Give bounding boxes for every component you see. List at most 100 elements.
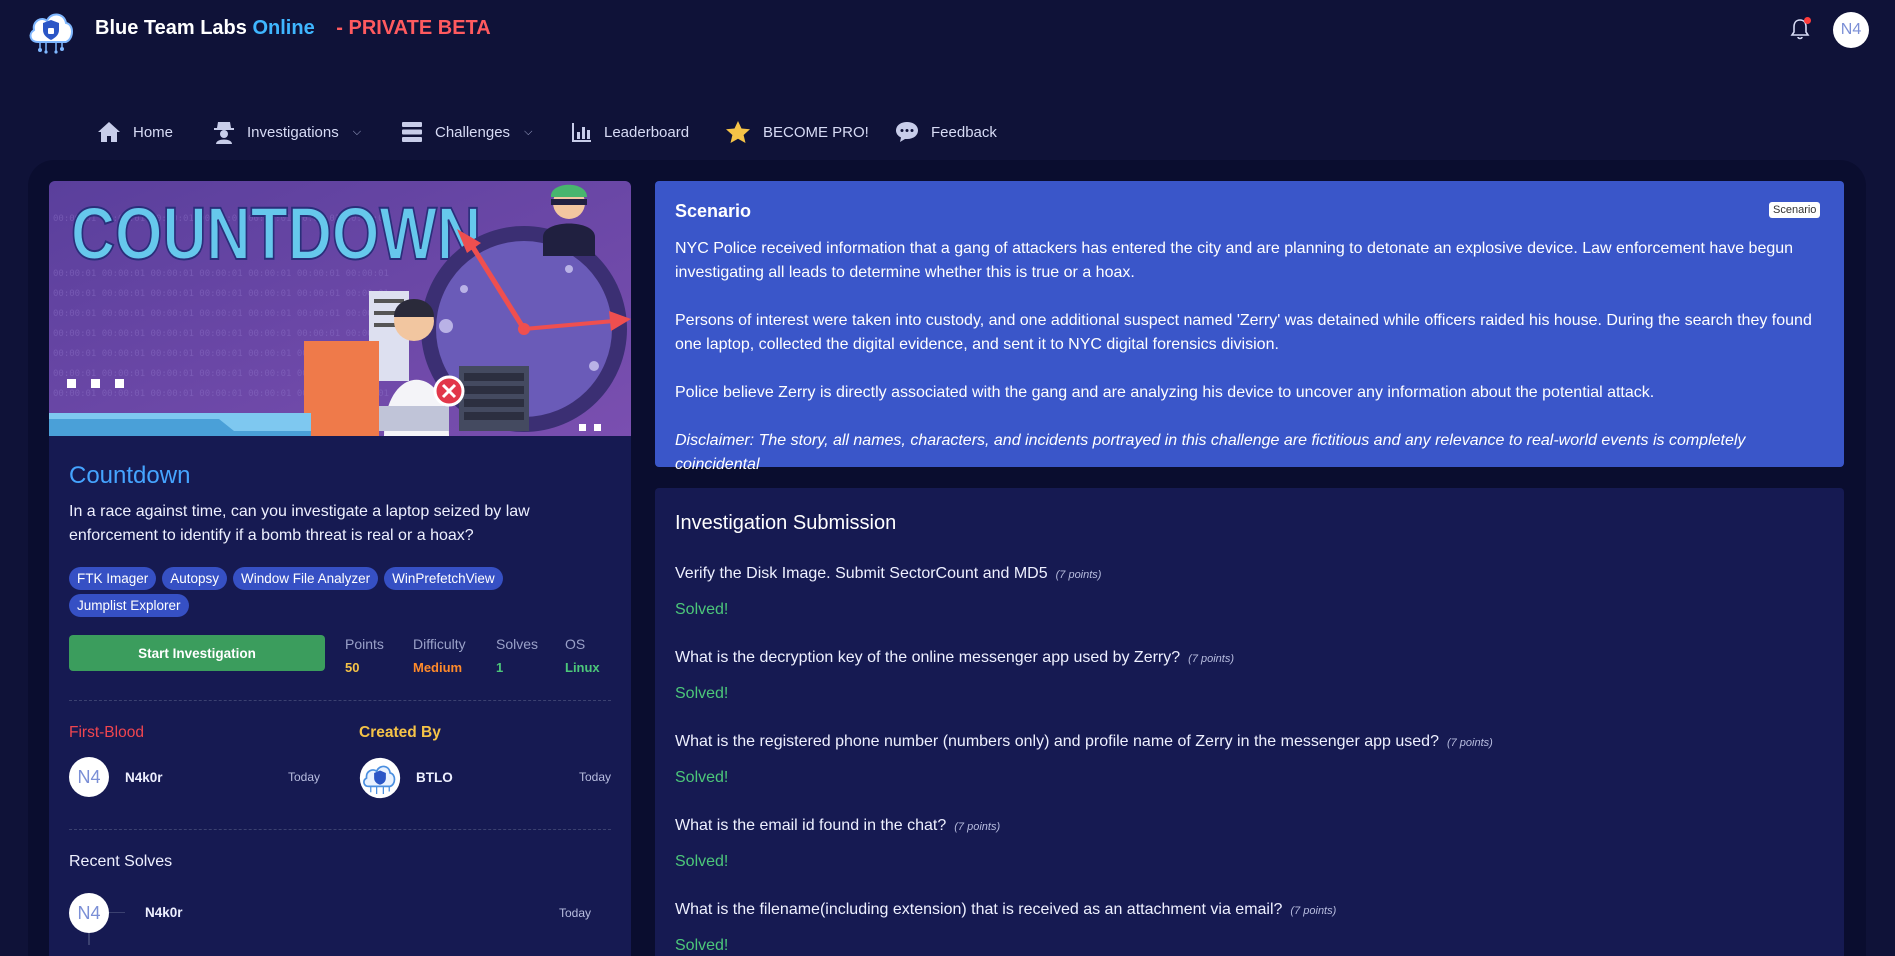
detective-icon [214,122,234,144]
server-icon [402,122,422,142]
scenario-badge: Scenario [1769,202,1821,218]
user-avatar[interactable]: N4 [1833,12,1869,48]
nav-label-challenges: Challenges [435,123,511,141]
question-1-status: Solved! [675,601,729,618]
tag-window-file-analyzer[interactable]: Window File Analyzer [233,567,379,590]
stat-os-label: OS [565,636,586,652]
scenario-paragraph-2: Persons of interest were taken into cust… [675,312,1812,353]
stat-solves-label: Solves [496,636,539,652]
question-5-status: Solved! [675,937,729,954]
nav-label-feedback: Feedback [931,123,997,141]
first-blood-username[interactable]: N4k0r [125,770,163,785]
stat-difficulty: Difficulty Medium [413,636,466,675]
scenario-paragraph-3: Police believe Zerry is directly associa… [675,384,1655,401]
stat-points-label: Points [345,636,384,652]
home-icon [98,122,120,142]
stat-difficulty-value: Medium [413,660,463,675]
nav-item-feedback[interactable]: Feedback [895,112,997,152]
nav-item-challenges[interactable]: Challenges ⌵ [401,112,532,152]
stat-points: Points 50 [345,636,384,675]
star-icon [726,121,750,143]
question-3-status: Solved! [675,769,729,786]
btlo-avatar-icon[interactable] [359,757,401,799]
brand-online-text: Online [252,17,315,39]
question-4-text: What is the email id found in the chat? [675,817,947,834]
question-1-points: (7 points) [1055,569,1102,581]
chat-icon [896,122,918,142]
svg-text:00:00:01 00:00:01 00:00:01 00:: 00:00:01 00:00:01 00:00:01 00:00:01 00:0… [53,329,389,339]
recent-solve-username[interactable]: N4k0r [145,905,183,920]
question-2-text: What is the decryption key of the online… [675,649,1181,666]
tag-winprefetchview[interactable]: WinPrefetchView [384,567,503,590]
svg-text:00:00:01 00:00:01 00:00:01 00:: 00:00:01 00:00:01 00:00:01 00:00:01 00:0… [53,289,389,299]
nav-label-leaderboard: Leaderboard [604,123,690,141]
stat-solves: Solves 1 [496,636,538,675]
stat-points-value: 50 [345,660,360,675]
question-3: What is the registered phone number (num… [675,733,1493,751]
notification-dot [1804,17,1811,24]
scenario-disclaimer: Disclaimer: The story, all names, charac… [675,432,1746,473]
brand-main-text: Blue Team Labs [95,17,247,39]
private-beta-label: - PRIVATE BETA [336,17,491,39]
question-4-status: Solved! [675,853,729,870]
bar-chart-icon [572,123,591,142]
divider [69,829,611,830]
creator-time: Today [579,770,612,784]
nav-item-home[interactable]: Home [97,112,173,152]
question-4-points: (7 points) [954,821,1001,833]
question-5-points: (7 points) [1290,905,1337,917]
question-5-text: What is the filename(including extension… [675,901,1283,918]
nav-label-home: Home [133,123,174,141]
main-nav: Home Investigations ⌵ Challenges ⌵ Leade… [0,112,1895,152]
top-bar: Blue Team Labs Online - PRIVATE BETA N4 [0,0,1895,60]
challenge-banner-image: 00:00:01 00:00:01 00:00:01 00:00:01 00:0… [49,181,631,436]
stat-os-value: Linux [565,660,600,675]
tag-ftk-imager[interactable]: FTK Imager [69,567,157,590]
question-1-text: Verify the Disk Image. Submit SectorCoun… [675,565,1048,582]
question-3-text: What is the registered phone number (num… [675,733,1439,750]
question-4: What is the email id found in the chat? (… [675,817,1000,835]
recent-solve-avatar[interactable]: N4 [69,893,109,933]
question-2-status: Solved! [675,685,729,702]
recent-solves-heading: Recent Solves [69,853,173,870]
chevron-down-icon: ⌵ [352,125,362,138]
created-by-heading: Created By [359,724,441,741]
chevron-down-icon: ⌵ [524,125,533,138]
first-blood-avatar[interactable]: N4 [69,757,109,797]
stat-os: OS Linux [565,636,600,675]
first-blood-heading: First-Blood [69,724,144,741]
stat-solves-value: 1 [496,660,504,675]
nav-label-become-pro: BECOME PRO! [763,123,869,141]
cloud-shield-logo-icon[interactable] [26,6,76,54]
challenge-description: In a race against time, can you investig… [69,503,530,544]
submission-title: Investigation Submission [675,512,897,534]
brand-title[interactable]: Blue Team Labs Online - PRIVATE BETA [95,17,491,40]
nav-item-investigations[interactable]: Investigations ⌵ [213,112,361,152]
tag-jumplist-explorer[interactable]: Jumplist Explorer [69,594,189,617]
recent-solve-time: Today [559,906,592,920]
challenge-title: Countdown [69,462,191,489]
question-5: What is the filename(including extension… [675,901,1336,919]
tool-tags: FTK Imager Autopsy Window File Analyzer … [69,567,589,617]
first-blood-time: Today [288,770,321,784]
stat-difficulty-label: Difficulty [413,636,466,652]
scenario-panel: Scenario Scenario NYC Police received in… [655,181,1844,473]
nav-item-become-pro[interactable]: BECOME PRO! [725,112,869,152]
divider [69,700,611,701]
scenario-paragraph-1: NYC Police received information that a g… [675,240,1794,281]
scenario-title: Scenario [675,201,752,221]
svg-text:00:00:01 00:00:01 00:00:01 00:: 00:00:01 00:00:01 00:00:01 00:00:01 00:0… [53,309,389,319]
start-investigation-button[interactable]: Start Investigation [69,635,325,671]
question-2: What is the decryption key of the online… [675,649,1234,667]
banner-title-text: COUNTDOWN [71,192,481,275]
timeline-line [88,933,90,945]
question-1: Verify the Disk Image. Submit SectorCoun… [675,565,1101,583]
creator-name[interactable]: BTLO [416,770,453,785]
nav-item-leaderboard[interactable]: Leaderboard [572,112,689,152]
timeline-connector [109,912,125,913]
question-3-points: (7 points) [1446,737,1493,749]
investigation-submission-panel: Investigation Submission Verify the Disk… [655,488,1844,956]
nav-label-investigations: Investigations [247,123,339,141]
tag-autopsy[interactable]: Autopsy [162,567,228,590]
question-2-points: (7 points) [1188,653,1235,665]
